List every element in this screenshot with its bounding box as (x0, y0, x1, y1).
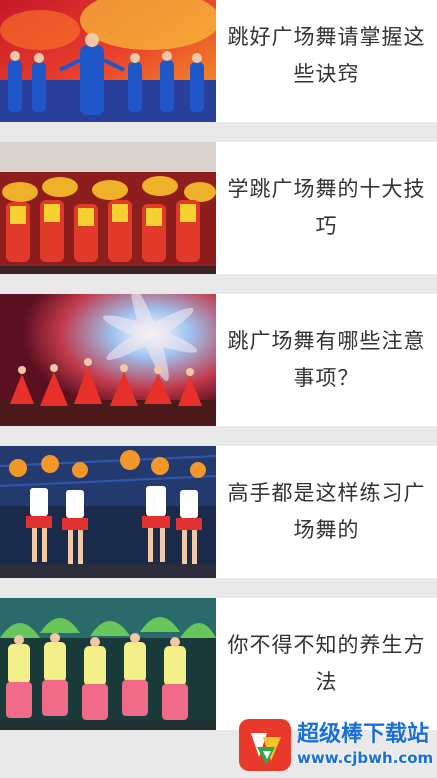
article-thumbnail-2[interactable] (0, 142, 216, 274)
article-thumbnail-1[interactable] (0, 0, 216, 122)
article-thumbnail-5[interactable] (0, 598, 216, 730)
article-card-3[interactable]: 跳广场舞有哪些注意事项？ (0, 294, 437, 426)
article-card-4[interactable]: 高手都是这样练习广场舞的 (0, 446, 437, 578)
site-watermark: 超级棒下载站 www.cjbwh.com (237, 714, 433, 776)
article-thumbnail-4[interactable] (0, 446, 216, 578)
watermark-site-url: www.cjbwh.com (297, 749, 434, 767)
article-title-3[interactable]: 跳广场舞有哪些注意事项？ (225, 294, 428, 426)
download-site-logo-icon (237, 717, 293, 773)
article-title-2[interactable]: 学跳广场舞的十大技巧 (225, 142, 428, 274)
watermark-site-name: 超级棒下载站 (297, 722, 430, 747)
article-title-5[interactable]: 你不得不知的养生方法 (225, 598, 428, 730)
article-title-4[interactable]: 高手都是这样练习广场舞的 (225, 446, 428, 578)
article-thumbnail-3[interactable] (0, 294, 216, 426)
watermark-text: 超级棒下载站 www.cjbwh.com (297, 722, 433, 768)
article-card-1[interactable]: 跳好广场舞请掌握这些诀窍 (0, 0, 437, 122)
article-card-5[interactable]: 你不得不知的养生方法 (0, 598, 437, 730)
article-title-1[interactable]: 跳好广场舞请掌握这些诀窍 (225, 0, 428, 122)
article-card-2[interactable]: 学跳广场舞的十大技巧 (0, 142, 437, 274)
